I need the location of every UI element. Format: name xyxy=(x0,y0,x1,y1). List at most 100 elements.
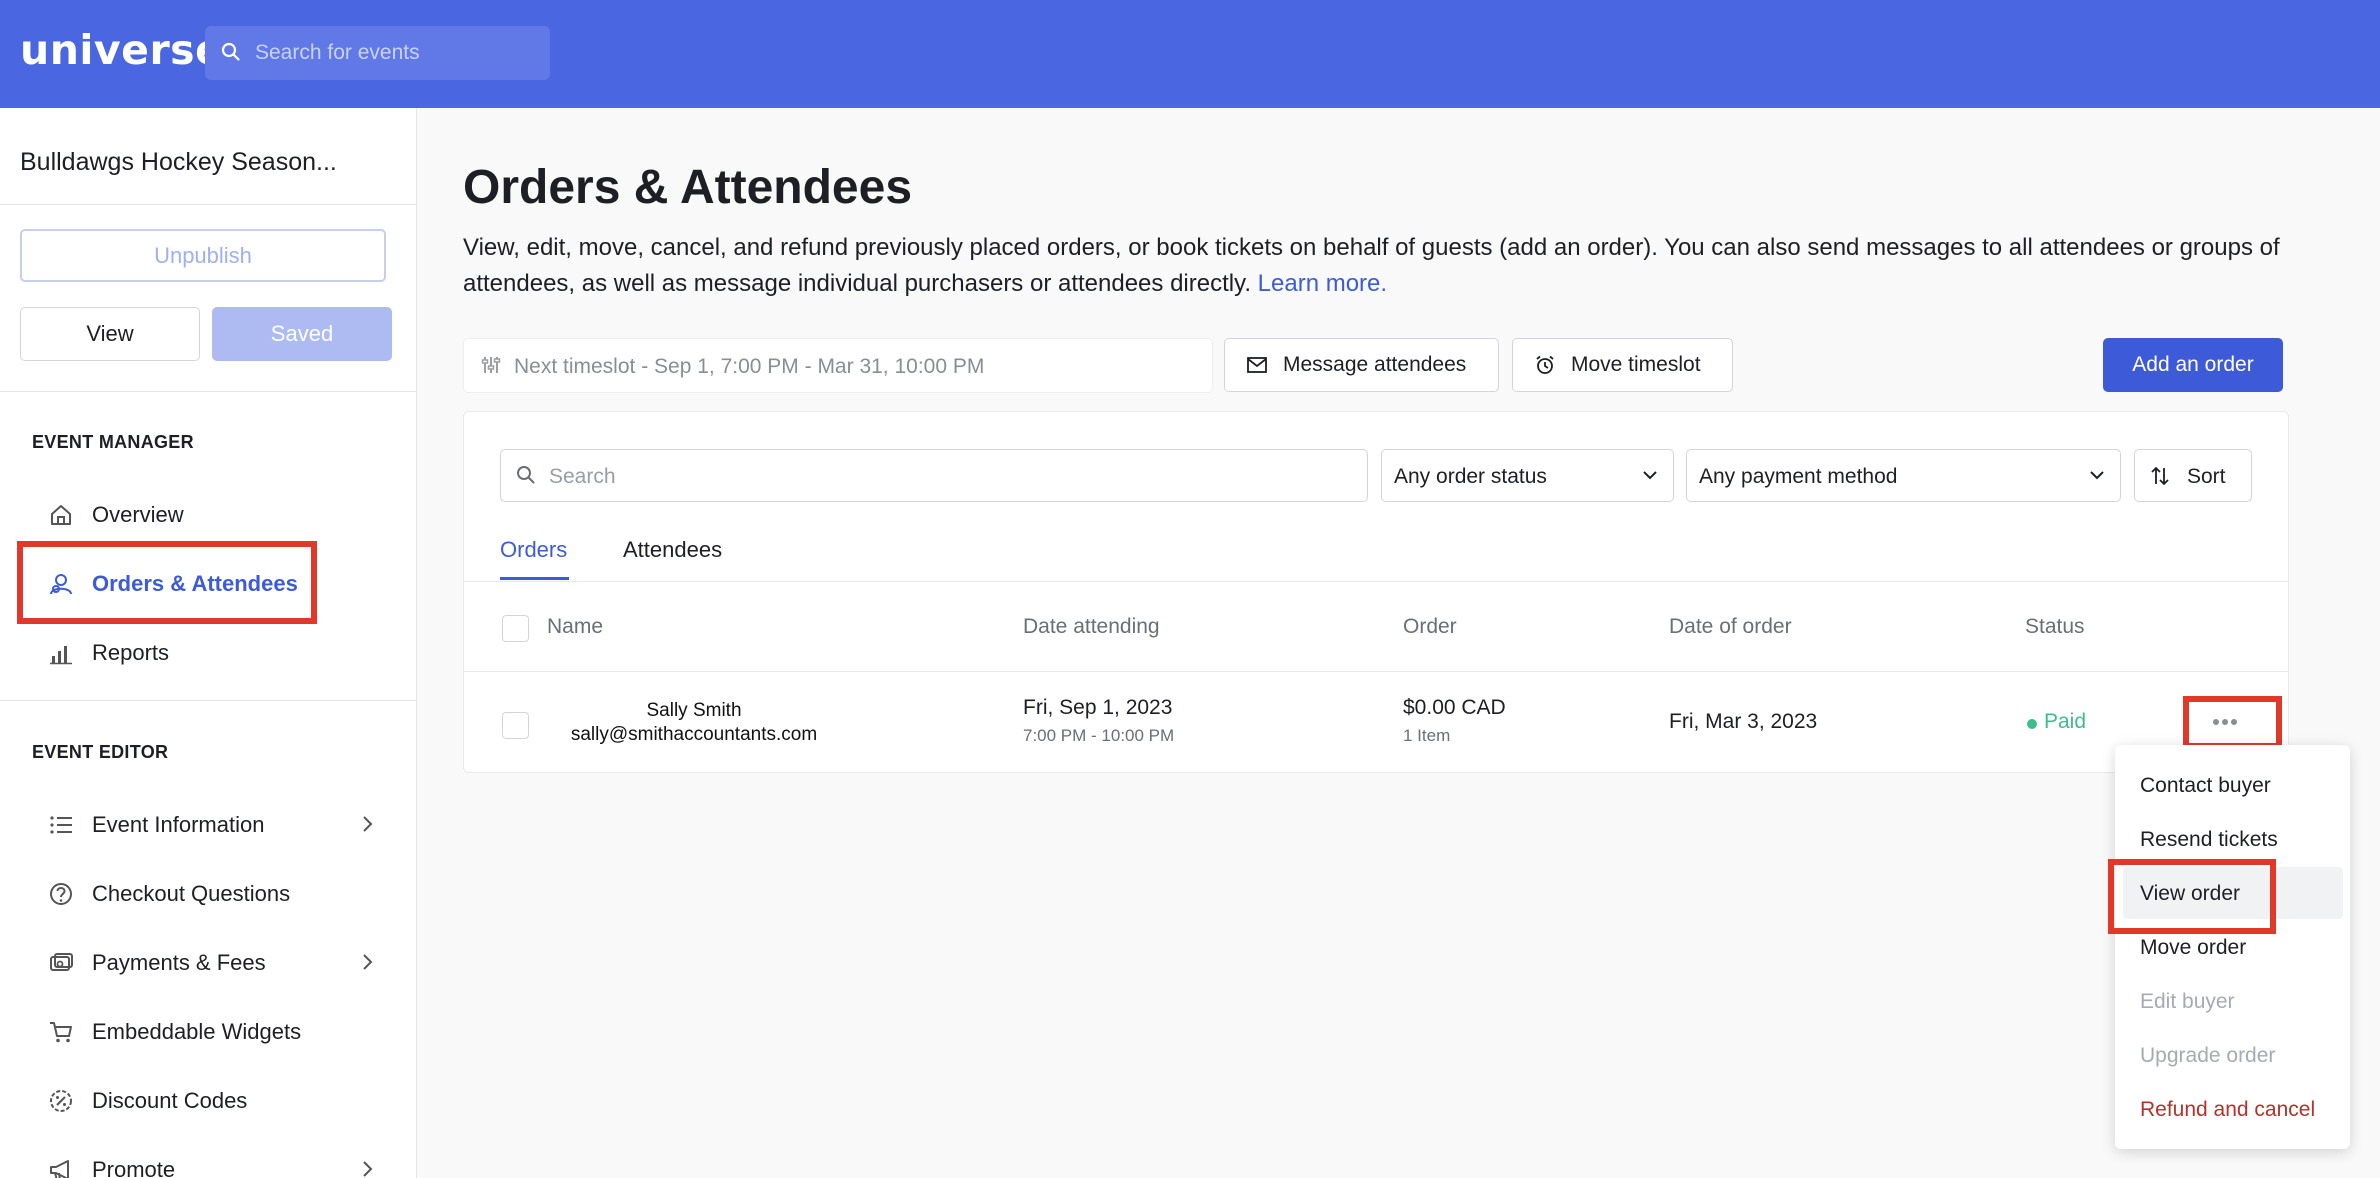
page-title: Orders & Attendees xyxy=(463,161,913,214)
home-icon xyxy=(46,500,76,530)
sidebar-item-label: Event Information xyxy=(92,812,265,837)
chevron-right-icon[interactable] xyxy=(360,1159,374,1178)
divider xyxy=(0,391,417,392)
timeslot-text: Next timeslot - Sep 1, 7:00 PM - Mar 31,… xyxy=(514,355,985,378)
highlight-box-more-options xyxy=(2183,696,2282,749)
universe-logo[interactable]: universe xyxy=(20,26,223,74)
event-editor-heading: EVENT EDITOR xyxy=(32,742,169,762)
message-attendees-label: Message attendees xyxy=(1283,353,1467,376)
chevron-right-icon[interactable] xyxy=(360,814,374,839)
event-search-input[interactable]: Search for events xyxy=(205,26,550,80)
chevron-down-icon xyxy=(2088,468,2106,487)
date-of-order: Fri, Mar 3, 2023 xyxy=(1669,710,1818,733)
column-header-name[interactable]: Name xyxy=(547,615,603,639)
move-timeslot-button[interactable]: Move timeslot xyxy=(1512,338,1733,392)
envelope-icon xyxy=(1247,357,1267,373)
sidebar-item-overview[interactable]: Overview xyxy=(46,495,184,535)
date-attending-cell: Fri, Sep 1, 2023 7:00 PM - 10:00 PM xyxy=(1023,696,1174,746)
order-status-select[interactable]: Any order status xyxy=(1381,449,1674,502)
megaphone-icon xyxy=(46,1155,76,1178)
payment-method-select[interactable]: Any payment method xyxy=(1686,449,2121,502)
learn-more-link[interactable]: Learn more. xyxy=(1258,270,1387,297)
order-total: $0.00 CAD xyxy=(1403,696,1506,719)
column-header-date-of-order[interactable]: Date of order xyxy=(1669,615,1792,639)
highlight-box-orders-attendees xyxy=(17,541,317,624)
sidebar-item-label: Promote xyxy=(92,1157,176,1178)
unpublish-button[interactable]: Unpublish xyxy=(20,229,386,282)
sort-label: Sort xyxy=(2187,465,2226,488)
orders-search-placeholder: Search xyxy=(549,465,616,488)
order-items: 1 Item xyxy=(1403,726,1451,745)
sidebar-item-label: Reports xyxy=(92,640,170,665)
divider xyxy=(464,581,2288,582)
move-timeslot-label: Move timeslot xyxy=(1571,353,1701,376)
order-cell: $0.00 CAD 1 Item xyxy=(1403,696,1506,746)
sidebar-item-promote[interactable]: Promote xyxy=(46,1150,175,1178)
divider xyxy=(0,204,417,205)
order-status-value: Any order status xyxy=(1394,465,1547,488)
alarm-clock-icon xyxy=(1535,355,1555,375)
buyer-email: sally@smithaccountants.com xyxy=(570,724,818,745)
search-icon xyxy=(221,42,241,67)
menu-item-edit-buyer: Edit buyer xyxy=(2140,990,2235,1013)
sidebar-item-event-information[interactable]: Event Information xyxy=(46,805,264,845)
sidebar-item-label: Embeddable Widgets xyxy=(92,1019,302,1044)
sidebar-item-checkout-questions[interactable]: Checkout Questions xyxy=(46,874,290,914)
add-order-button[interactable]: Add an order xyxy=(2103,338,2283,392)
status-dot xyxy=(2027,719,2037,729)
view-button[interactable]: View xyxy=(20,307,200,361)
select-all-checkbox[interactable] xyxy=(502,615,529,642)
orders-card: Search Any order status Any payment meth… xyxy=(463,411,2289,773)
orders-search-input[interactable]: Search xyxy=(500,449,1368,502)
table-row-buyer[interactable]: Sally Smith sally@smithaccountants.com xyxy=(549,699,839,747)
search-icon xyxy=(516,465,536,490)
time-attending: 7:00 PM - 10:00 PM xyxy=(1023,726,1175,745)
sidebar-item-payments-fees[interactable]: Payments & Fees xyxy=(46,943,266,983)
payment-method-value: Any payment method xyxy=(1699,465,1898,488)
chevron-down-icon xyxy=(1641,468,1659,487)
tab-orders[interactable]: Orders xyxy=(500,537,567,563)
column-header-date-attending[interactable]: Date attending xyxy=(1023,615,1160,639)
bar-chart-icon xyxy=(46,638,76,668)
sliders-icon xyxy=(480,354,502,381)
menu-item-contact-buyer[interactable]: Contact buyer xyxy=(2140,774,2271,798)
sidebar-item-label: Discount Codes xyxy=(92,1088,248,1113)
column-header-status[interactable]: Status xyxy=(2025,615,2085,639)
sidebar-item-embeddable-widgets[interactable]: Embeddable Widgets xyxy=(46,1012,301,1052)
top-bar: universe Search for events xyxy=(0,0,2380,108)
payments-icon xyxy=(46,948,76,978)
message-attendees-button[interactable]: Message attendees xyxy=(1224,338,1499,392)
divider xyxy=(0,700,417,701)
discount-icon xyxy=(46,1086,76,1116)
date-attending: Fri, Sep 1, 2023 xyxy=(1023,696,1173,719)
menu-item-refund-and-cancel[interactable]: Refund and cancel xyxy=(2140,1098,2315,1122)
event-manager-heading: EVENT MANAGER xyxy=(32,432,194,452)
page-description: View, edit, move, cancel, and refund pre… xyxy=(463,230,2293,302)
sidebar-item-discount-codes[interactable]: Discount Codes xyxy=(46,1081,247,1121)
question-circle-icon xyxy=(46,879,76,909)
sort-button[interactable]: Sort xyxy=(2134,449,2252,502)
row-checkbox[interactable] xyxy=(502,712,529,739)
event-name: Bulldawgs Hockey Season... xyxy=(20,148,337,176)
row-actions-menu: Contact buyer Resend tickets View order … xyxy=(2115,745,2350,1149)
divider xyxy=(464,671,2288,672)
timeslot-selector[interactable]: Next timeslot - Sep 1, 7:00 PM - Mar 31,… xyxy=(463,338,1213,393)
tab-attendees[interactable]: Attendees xyxy=(623,537,722,563)
sort-arrows-icon xyxy=(2149,465,2171,492)
menu-item-move-order[interactable]: Move order xyxy=(2140,936,2246,960)
column-header-order[interactable]: Order xyxy=(1403,615,1457,639)
sidebar-item-label: Checkout Questions xyxy=(92,881,291,906)
chevron-right-icon[interactable] xyxy=(360,952,374,977)
sidebar-item-label: Payments & Fees xyxy=(92,950,266,975)
cart-icon xyxy=(46,1017,76,1047)
sidebar-item-label: Overview xyxy=(92,502,184,527)
menu-item-resend-tickets[interactable]: Resend tickets xyxy=(2140,828,2278,852)
saved-button[interactable]: Saved xyxy=(212,307,392,361)
event-search-placeholder: Search for events xyxy=(255,41,420,64)
sidebar-item-reports[interactable]: Reports xyxy=(46,633,169,673)
buyer-name: Sally Smith xyxy=(646,700,742,721)
active-tab-indicator xyxy=(500,577,569,580)
status-badge: Paid xyxy=(2044,710,2087,733)
menu-item-upgrade-order: Upgrade order xyxy=(2140,1044,2276,1067)
highlight-box-view-order xyxy=(2108,859,2276,934)
